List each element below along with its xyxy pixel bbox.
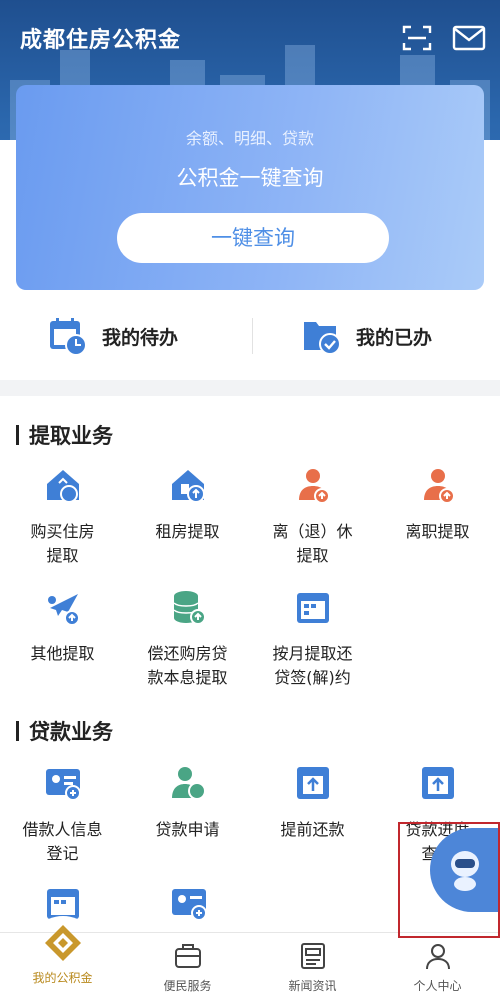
tab-services[interactable]: 便民服务: [125, 933, 250, 992]
grid-item-prepay[interactable]: 提前还款: [250, 764, 375, 842]
borrower-info-line1: 借款人信息: [22, 820, 103, 839]
grid-item-other-withdraw[interactable]: 其他提取: [0, 588, 125, 666]
resign-line1: 离职提取: [405, 522, 470, 541]
tab-my-fund[interactable]: 我的公积金: [0, 925, 125, 992]
other-withdraw-icon: [47, 594, 80, 626]
repay-loan-line2: 款本息提取: [147, 668, 228, 687]
my-done-button[interactable]: 我的已办: [302, 314, 432, 358]
grid-item-resign[interactable]: 离职提取: [375, 466, 500, 544]
scan-icon[interactable]: [402, 24, 432, 52]
retire-icon: [298, 469, 330, 504]
retire-line2: 提取: [296, 546, 329, 565]
todo-row: 我的待办 我的已办: [0, 300, 500, 380]
my-pending-button[interactable]: 我的待办: [48, 314, 178, 358]
withdraw-section: 提取业务 购买住房 提取 租房提取 离（退）休 提取 离职提取 其他提取 偿还购…: [0, 396, 500, 708]
todo-divider: [252, 318, 253, 354]
loan-apply-icon: [171, 767, 206, 800]
other-withdraw-line1: 其他提取: [30, 644, 95, 663]
loan-title-text: 贷款业务: [29, 720, 113, 744]
bottom-tab-bar: 我的公积金 便民服务 新闻资讯 个人中心: [0, 925, 500, 992]
tab-services-label: 便民服务: [163, 979, 212, 992]
quick-query-button[interactable]: 一键查询: [117, 213, 389, 263]
quick-query-card: 余额、明细、贷款 公积金一键查询 一键查询: [16, 85, 484, 290]
top-bar: 成都住房公积金: [0, 0, 500, 78]
home-fund-icon: [44, 925, 81, 961]
resign-icon: [423, 469, 455, 504]
app-title: 成都住房公积金: [20, 28, 182, 53]
borrower-card-icon: [45, 769, 81, 801]
withdraw-section-title: 提取业务: [16, 420, 113, 450]
repay-loan-line1: 偿还购房贷: [147, 644, 228, 663]
grid-item-monthly-withdraw[interactable]: 按月提取还贷签(解)约: [250, 588, 375, 690]
tab-profile-label: 个人中心: [413, 979, 462, 992]
grid-item-repay-loan[interactable]: 偿还购房贷款本息提取: [125, 588, 250, 690]
toolbox-icon: [174, 944, 201, 968]
coins-icon: [172, 591, 206, 625]
prepay-line1: 提前还款: [280, 820, 345, 839]
monthly-withdraw-line2: 贷签(解)约: [274, 668, 351, 687]
loan-apply-line1: 贷款申请: [155, 820, 220, 839]
query-subtitle: 余额、明细、贷款: [185, 129, 314, 148]
rent-house-line1: 租房提取: [155, 522, 220, 541]
calendar-clock-icon: [50, 318, 87, 356]
monthly-withdraw-line1: 按月提取还: [272, 644, 353, 663]
grid-item-borrower-info[interactable]: 借款人信息 登记: [0, 764, 125, 866]
prepay-icon: [296, 767, 329, 799]
query-title: 公积金一键查询: [176, 166, 324, 190]
folder-check-icon: [304, 322, 341, 355]
calendar-icon: [296, 593, 329, 623]
grid-item-buy-house[interactable]: 购买住房 提取: [0, 466, 125, 568]
highlight-box: [398, 822, 500, 938]
user-icon: [425, 944, 450, 970]
buy-house-line2: 提取: [46, 546, 79, 565]
news-icon: [300, 943, 325, 969]
buy-house-line1: 购买住房: [30, 522, 95, 541]
my-pending-label: 我的待办: [102, 326, 179, 349]
loan-section-title: 贷款业务: [16, 716, 113, 746]
mail-icon[interactable]: [452, 24, 486, 52]
my-done-label: 我的已办: [356, 326, 433, 349]
grid-item-retire[interactable]: 离（退）休提取: [250, 466, 375, 568]
borrower-info-line2: 登记: [46, 844, 79, 863]
tab-news[interactable]: 新闻资讯: [250, 933, 375, 992]
retire-line1: 离（退）休: [272, 522, 353, 541]
progress-query-icon: [421, 767, 454, 799]
tab-news-label: 新闻资讯: [288, 979, 337, 992]
grid-item-loan-apply[interactable]: 贷款申请: [125, 764, 250, 842]
house-rent-icon: [171, 470, 205, 503]
borrower-card-icon[interactable]: [170, 884, 208, 922]
house-buy-icon: [46, 470, 79, 503]
grid-item-rent-house[interactable]: 租房提取: [125, 466, 250, 544]
withdraw-title-text: 提取业务: [29, 424, 113, 448]
tab-my-fund-label: 我的公积金: [32, 971, 93, 985]
tab-profile[interactable]: 个人中心: [375, 933, 500, 992]
